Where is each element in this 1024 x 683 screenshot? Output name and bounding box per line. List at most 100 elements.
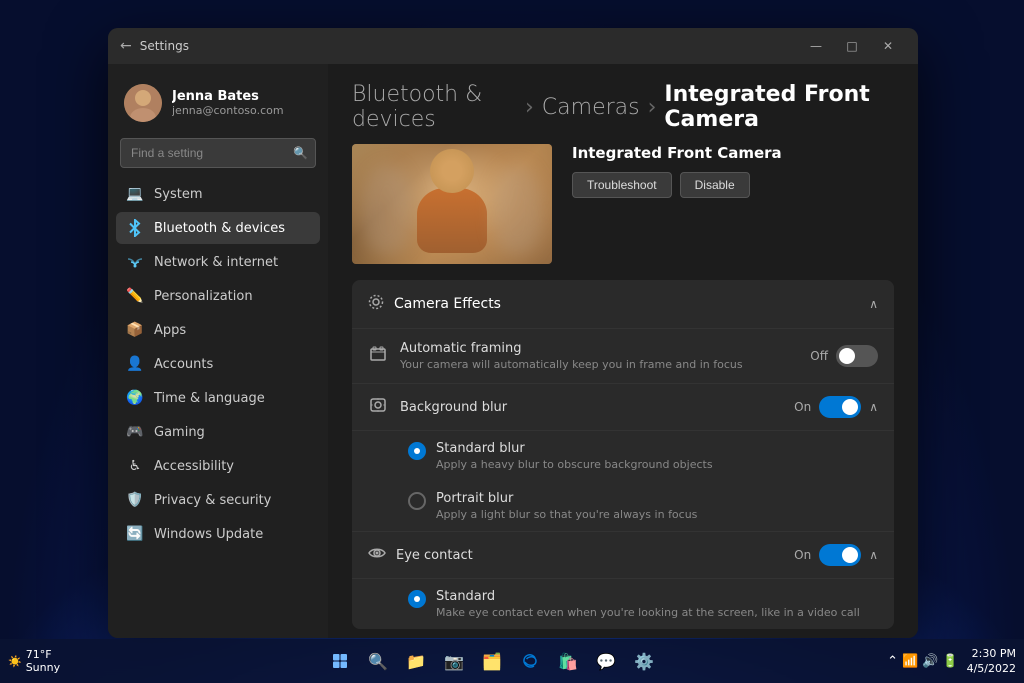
portrait-blur-text: Portrait blur Apply a light blur so that… [436, 491, 878, 521]
user-profile[interactable]: Jenna Bates jenna@contoso.com [116, 76, 320, 136]
sidebar-item-label: Personalization [154, 289, 253, 304]
eye-contact-row: Eye contact On ∧ [352, 531, 894, 578]
eye-contact-control: On ∧ [794, 544, 878, 566]
battery-icon[interactable]: 🔋 [942, 654, 958, 669]
bluetooth-icon [126, 219, 144, 237]
main-content: Bluetooth & devices › Cameras › Integrat… [328, 64, 918, 638]
troubleshoot-button[interactable]: Troubleshoot [572, 172, 672, 198]
maximize-button[interactable]: □ [834, 31, 870, 61]
weather-temp: 71°F [26, 648, 60, 661]
back-button[interactable]: ← [120, 38, 132, 54]
sidebar-item-system[interactable]: 💻 System [116, 178, 320, 210]
update-icon: 🔄 [126, 525, 144, 543]
taskbar-right: ⌃ 📶 🔊 🔋 2:30 PM 4/5/2022 [856, 646, 1016, 677]
camera-name: Integrated Front Camera [572, 144, 894, 162]
eye-contact-icon [368, 544, 386, 566]
privacy-icon: 🛡️ [126, 491, 144, 509]
sidebar-item-label: Privacy & security [154, 493, 271, 508]
close-button[interactable]: ✕ [870, 31, 906, 61]
eye-contact-toggle[interactable] [819, 544, 861, 566]
auto-framing-icon [368, 345, 388, 367]
taskbar-store-button[interactable]: 🛍️ [552, 645, 584, 677]
auto-framing-text: Automatic framing Your camera will autom… [400, 341, 798, 371]
accessibility-icon: ♿ [126, 457, 144, 475]
sidebar-item-label: Time & language [154, 391, 265, 406]
sidebar-item-label: Accounts [154, 357, 213, 372]
bg-blur-toggle-label: On [794, 400, 811, 414]
breadcrumb-sep-2: › [648, 95, 657, 120]
minimize-button[interactable]: — [798, 31, 834, 61]
window-title: Settings [140, 39, 798, 53]
standard-eye-desc: Make eye contact even when you're lookin… [436, 606, 878, 619]
sidebar-item-time[interactable]: 🌍 Time & language [116, 382, 320, 414]
camera-buttons: Troubleshoot Disable [572, 172, 894, 198]
sidebar-item-label: Windows Update [154, 527, 263, 542]
eye-contact-text: Eye contact [396, 548, 784, 563]
taskbar-settings-button[interactable]: ⚙️ [628, 645, 660, 677]
taskbar-left: ☀️ 71°F Sunny [8, 648, 128, 674]
taskbar-clock[interactable]: 2:30 PM 4/5/2022 [967, 646, 1016, 677]
search-input[interactable] [120, 138, 316, 168]
eye-contact-options: Standard Make eye contact even when you'… [352, 578, 894, 629]
portrait-blur-option[interactable]: Portrait blur Apply a light blur so that… [352, 481, 894, 531]
sidebar-item-label: Bluetooth & devices [154, 221, 285, 236]
toggle-thumb [842, 399, 858, 415]
camera-effects-chevron: ∧ [869, 297, 878, 311]
bg-blur-text: Background blur [400, 400, 782, 415]
standard-eye-option[interactable]: Standard Make eye contact even when you'… [352, 579, 894, 629]
bg-blur-toggle[interactable] [819, 396, 861, 418]
taskbar-search-button[interactable]: 🔍 [362, 645, 394, 677]
camera-preview [352, 144, 552, 264]
bg-blur-control: On ∧ [794, 396, 878, 418]
sidebar-item-accounts[interactable]: 👤 Accounts [116, 348, 320, 380]
bg-blur-row: Background blur On ∧ [352, 383, 894, 430]
toggle-thumb [839, 348, 855, 364]
weather-widget[interactable]: ☀️ 71°F Sunny [8, 648, 60, 674]
auto-framing-control: Off [810, 345, 878, 367]
standard-eye-text: Standard Make eye contact even when you'… [436, 589, 878, 619]
bg-blur-icon [368, 396, 388, 418]
taskbar-files-button[interactable]: 📁 [400, 645, 432, 677]
avatar [124, 84, 162, 122]
breadcrumb-cameras[interactable]: Cameras [542, 95, 640, 120]
camera-effects-header[interactable]: Camera Effects ∧ [352, 280, 894, 328]
portrait-blur-radio[interactable] [408, 492, 426, 510]
sidebar-item-gaming[interactable]: 🎮 Gaming [116, 416, 320, 448]
volume-icon[interactable]: 🔊 [922, 654, 938, 669]
standard-blur-option[interactable]: Standard blur Apply a heavy blur to obsc… [352, 431, 894, 481]
weather-condition: Sunny [26, 661, 60, 674]
sidebar-item-bluetooth[interactable]: Bluetooth & devices [116, 212, 320, 244]
start-button[interactable] [324, 645, 356, 677]
taskbar: ☀️ 71°F Sunny 🔍 📁 📷 🗂️ [0, 639, 1024, 683]
standard-eye-radio[interactable] [408, 590, 426, 608]
content-area: Integrated Front Camera Troubleshoot Dis… [328, 144, 918, 638]
title-bar: ← Settings — □ ✕ [108, 28, 918, 64]
system-icon: 💻 [126, 185, 144, 203]
sidebar-item-privacy[interactable]: 🛡️ Privacy & security [116, 484, 320, 516]
taskbar-folder-button[interactable]: 🗂️ [476, 645, 508, 677]
taskbar-edge-button[interactable] [514, 645, 546, 677]
standard-blur-text: Standard blur Apply a heavy blur to obsc… [436, 441, 878, 471]
gaming-icon: 🎮 [126, 423, 144, 441]
sidebar-item-personalization[interactable]: ✏️ Personalization [116, 280, 320, 312]
auto-framing-toggle[interactable] [836, 345, 878, 367]
search-icon: 🔍 [293, 146, 308, 160]
chevron-up-icon[interactable]: ⌃ [887, 654, 898, 669]
sidebar-item-accessibility[interactable]: ♿ Accessibility [116, 450, 320, 482]
wifi-icon[interactable]: 📶 [902, 654, 918, 669]
disable-button[interactable]: Disable [680, 172, 750, 198]
standard-blur-label: Standard blur [436, 441, 878, 456]
breadcrumb-current: Integrated Front Camera [664, 82, 894, 132]
taskbar-teams-button[interactable]: 💬 [590, 645, 622, 677]
camera-section: Integrated Front Camera Troubleshoot Dis… [352, 144, 894, 264]
standard-blur-radio[interactable] [408, 442, 426, 460]
bg-blur-options: Standard blur Apply a heavy blur to obsc… [352, 430, 894, 531]
weather-icon: ☀️ [8, 655, 22, 668]
breadcrumb-bluetooth[interactable]: Bluetooth & devices [352, 82, 517, 132]
sidebar-item-network[interactable]: Network & internet [116, 246, 320, 278]
user-info: Jenna Bates jenna@contoso.com [172, 89, 312, 117]
taskbar-camera-button[interactable]: 📷 [438, 645, 470, 677]
sidebar-item-apps[interactable]: 📦 Apps [116, 314, 320, 346]
breadcrumb: Bluetooth & devices › Cameras › Integrat… [328, 64, 918, 144]
sidebar-item-update[interactable]: 🔄 Windows Update [116, 518, 320, 550]
